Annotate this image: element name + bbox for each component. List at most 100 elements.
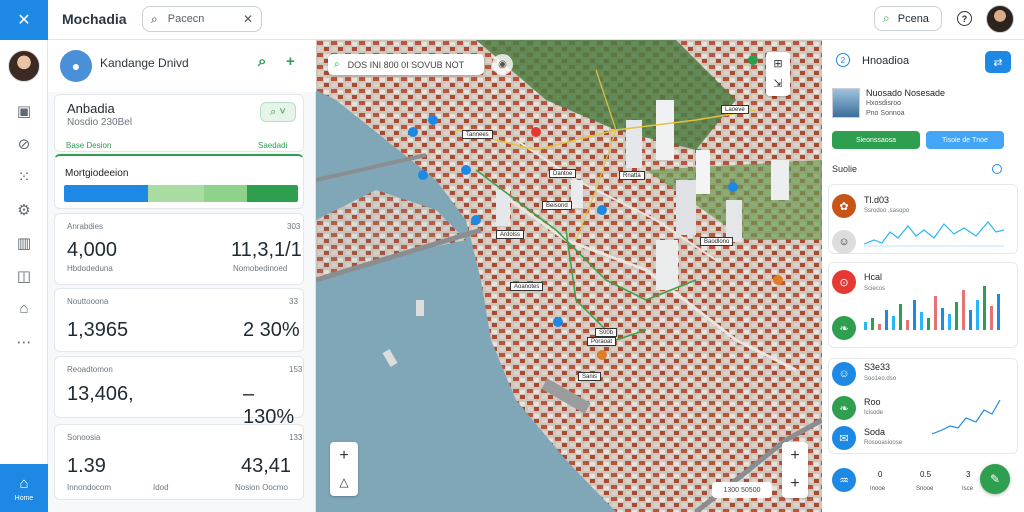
- map-label[interactable]: Dantoe: [549, 169, 577, 178]
- map-label[interactable]: Sanis: [578, 372, 602, 381]
- stat1-tag: 303: [287, 222, 301, 231]
- help-icon[interactable]: ?: [957, 11, 972, 26]
- spark-bar: [962, 290, 965, 330]
- image-icon[interactable]: ▣: [0, 94, 48, 127]
- map-view[interactable]: Tannees Dantoe Ardolss Rnatta Aoanotes L…: [316, 40, 822, 512]
- spark-bar: [864, 322, 867, 330]
- map-label[interactable]: Ardolss: [496, 230, 525, 239]
- search-button[interactable]: ⌕ Pcena: [874, 6, 942, 31]
- edit-icon: ✎: [989, 472, 1001, 486]
- spark-bar: [948, 314, 951, 330]
- map-label[interactable]: Poraoat: [587, 337, 617, 346]
- primary-action-label: Sieonssaosa: [855, 136, 897, 144]
- stat3-value-left: 13,406,: [67, 383, 134, 405]
- stat3-label: Reoadtomon: [67, 365, 113, 374]
- spark-bar: [976, 300, 979, 330]
- leaf-icon: ❧: [832, 316, 856, 340]
- link-off-icon[interactable]: ⊘: [0, 127, 48, 160]
- car-icon[interactable]: ⌂: [0, 292, 48, 325]
- secondary-action-button[interactable]: Tisoie de Tnoe: [926, 131, 1004, 149]
- food-icon: ✿: [832, 194, 856, 218]
- stat4-value-left: 1.39: [67, 455, 106, 477]
- footer-value: 0: [878, 470, 883, 479]
- person-icon: ☺: [832, 362, 856, 386]
- stat2-value-left: 1,3965: [67, 319, 129, 341]
- grid-icon[interactable]: ⁙: [0, 160, 48, 193]
- clear-icon[interactable]: ✕: [243, 12, 253, 26]
- layout-icon[interactable]: ◫: [0, 259, 48, 292]
- map-label[interactable]: Laoeve: [721, 105, 749, 114]
- stat1-sub-left: Hbdodeduna: [67, 264, 113, 273]
- map-label[interactable]: Beisond: [542, 201, 572, 210]
- search-input[interactable]: ⌕ Pacecn ✕: [142, 6, 262, 32]
- stat1-sub-right: Nomobedinoed: [233, 264, 288, 273]
- list-subtitle: Ssrodoo ,sasopo: [864, 208, 910, 214]
- spark-bar: [927, 318, 930, 330]
- tab-left[interactable]: Base Desion: [66, 141, 111, 150]
- filter-button[interactable]: ⌕ ˅: [260, 102, 296, 122]
- profile-line-2: Hxosdisroo: [866, 100, 902, 107]
- zoom-controls-left: + △: [330, 442, 358, 496]
- layer-controls[interactable]: ⊞ ⇲: [766, 52, 790, 96]
- compass-icon[interactable]: △: [339, 469, 348, 495]
- profile-thumbnail[interactable]: [832, 88, 860, 118]
- list-subtitle: Soo1eo.dso: [864, 376, 897, 382]
- sparkline-1: [864, 221, 1004, 247]
- list-subtitle: Rosooasioose: [864, 440, 903, 446]
- zoom-in-button[interactable]: +: [790, 442, 799, 470]
- progress-segment-0: [64, 185, 149, 202]
- home-button[interactable]: ⌂ Home: [0, 464, 48, 512]
- stat3-tag: 153: [289, 365, 303, 374]
- right-panel-title: Hnoadioa: [862, 55, 910, 67]
- zoom-controls-right: + +: [782, 442, 808, 498]
- spark-bar: [983, 286, 986, 330]
- spark-bar: [885, 310, 888, 330]
- search-placeholder: Pacecn: [167, 13, 205, 25]
- map-label[interactable]: Rnatta: [619, 171, 645, 180]
- secondary-action-label: Tisoie de Tnoe: [942, 136, 988, 144]
- locate-icon[interactable]: ◉: [492, 54, 513, 75]
- left-panel: ● Kandange Dnivd ⌕ + Anbadia Nosdio 230B…: [48, 40, 362, 512]
- list-title: Soda: [864, 427, 886, 437]
- map-label[interactable]: Aoanotes: [510, 282, 544, 291]
- stat4-tag: 133: [289, 433, 303, 442]
- radio-icon[interactable]: [992, 164, 1002, 174]
- avatar[interactable]: [7, 50, 40, 82]
- leaf-icon: ❧: [832, 396, 856, 420]
- stat2-tag: 33: [289, 297, 298, 306]
- map-search-text: DOS INI 800 0I SOVUB NOT: [347, 59, 465, 70]
- edit-button[interactable]: ✎: [980, 464, 1010, 494]
- home-label: Home: [14, 494, 34, 502]
- user-avatar[interactable]: [986, 5, 1014, 33]
- tab-right[interactable]: Saedadi: [258, 141, 287, 150]
- add-icon[interactable]: +: [286, 53, 295, 70]
- stat2-label: Nouttooona: [67, 297, 109, 306]
- stat1-value-right: 11,3,1/1: [231, 239, 302, 261]
- map-label[interactable]: Tannees: [462, 130, 493, 139]
- more-icon[interactable]: ⋯: [0, 325, 48, 358]
- expand-icon[interactable]: ⇲: [773, 74, 782, 94]
- building-icon[interactable]: ▥: [0, 226, 48, 259]
- search-icon[interactable]: ⌕: [258, 53, 266, 70]
- map-search-input[interactable]: ⌕ DOS INI 800 0I SOVUB NOT: [328, 54, 484, 75]
- app-title: Mochadia: [62, 11, 127, 27]
- settings-icon[interactable]: ⚙: [0, 193, 48, 226]
- stat3-value-right: –130%: [243, 383, 295, 428]
- profile-icon[interactable]: ●: [60, 50, 92, 82]
- zoom-out-button[interactable]: +: [790, 470, 799, 498]
- footer-value: 0.5: [920, 470, 932, 479]
- panel-name: Kandange Dnivd: [100, 56, 189, 70]
- share-button[interactable]: ⇄: [985, 51, 1011, 73]
- map-label[interactable]: Baodlono: [700, 237, 734, 246]
- stat4-sub-left: Innondocom: [67, 483, 112, 492]
- water-icon[interactable]: ♒: [832, 468, 856, 492]
- pin-icon: ⊙: [832, 270, 856, 294]
- scale-chip: 1300 50500: [712, 482, 772, 498]
- primary-action-button[interactable]: Sieonssaosa: [832, 131, 920, 149]
- close-icon[interactable]: ✕: [0, 0, 48, 40]
- bar-sparkline: [864, 286, 1000, 330]
- map-label[interactable]: S00b: [595, 328, 618, 337]
- layers-icon[interactable]: ⊞: [773, 54, 782, 74]
- spark-bar: [878, 324, 881, 330]
- zoom-in-button[interactable]: +: [339, 443, 348, 469]
